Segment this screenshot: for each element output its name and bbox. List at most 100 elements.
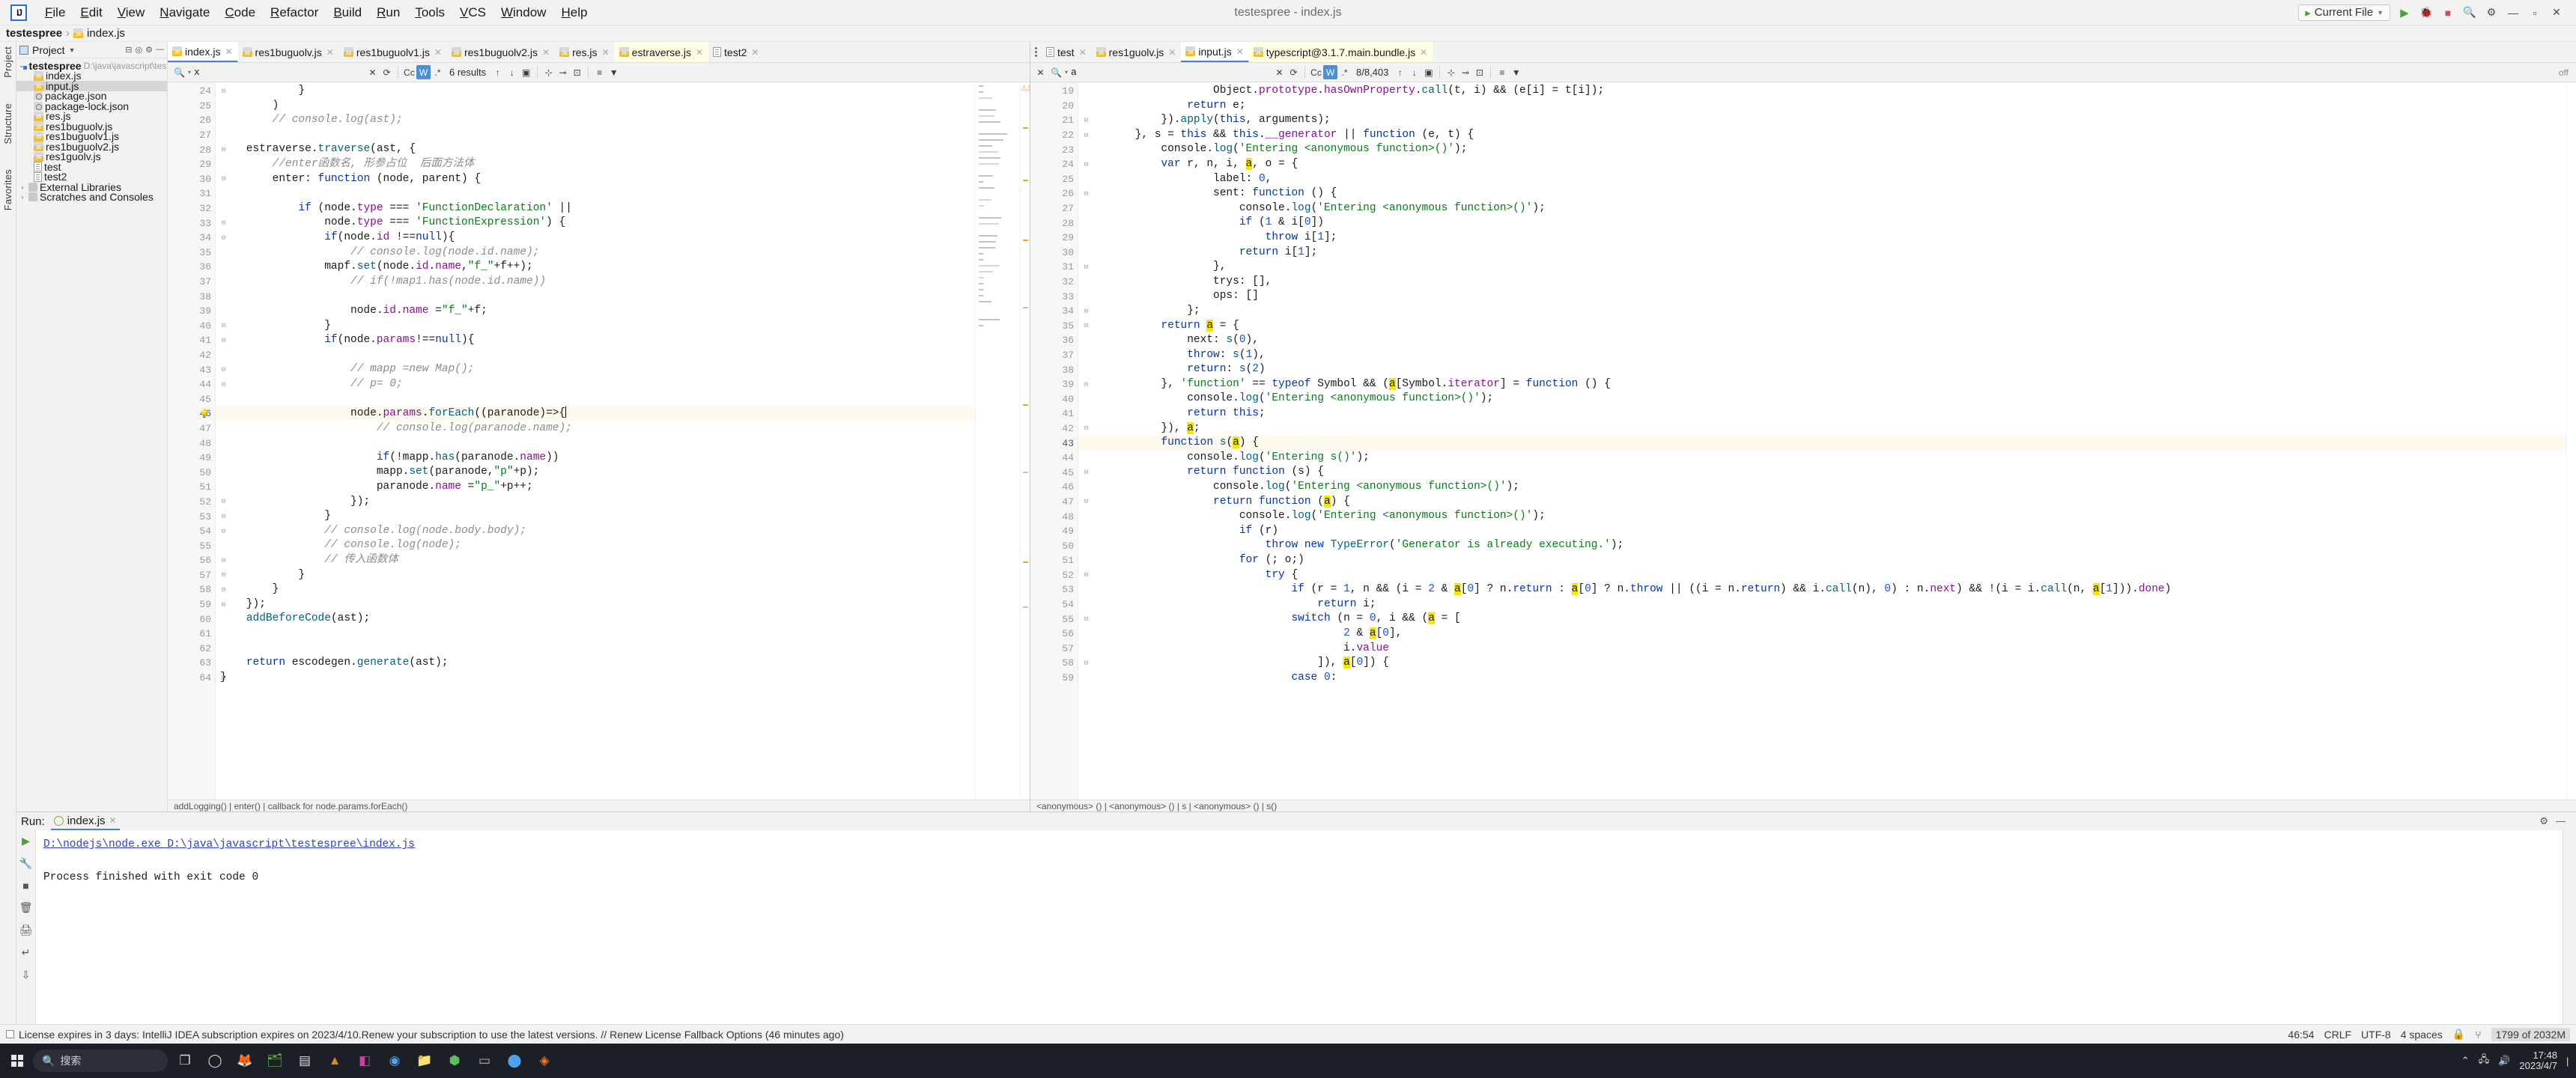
code-line[interactable]: console.log('Entering <anonymous functio… [1078,509,2566,524]
line-number[interactable]: ⊟ 28 [168,142,225,157]
code-line[interactable]: Object.prototype.hasOwnProperty.call(t, … [1078,84,2566,99]
find-bar-right[interactable]: ✕ 🔍 ▾ a ✕ ⟳ Cc W .* 8/8,403 ↑ ↓ ▣ ⊹ ⊸ ⊡ … [1030,63,2576,82]
status-message[interactable]: License expires in 3 days: IntelliJ IDEA… [19,1029,844,1041]
volume-icon[interactable]: 🔊 [2498,1055,2510,1067]
line-number[interactable]: 32 [168,201,215,216]
menu-build[interactable]: Build [326,3,369,22]
line-number[interactable]: 26 [168,113,215,128]
left-tab-res1buguolv1-js[interactable]: JS res1buguolv1.js ✕ [339,42,447,62]
code-editor-right[interactable]: 19 20 ⊟ 21 ⊟ 22 23 ⊟ 24 25 ⊟ 26 27 28 29 30 ⊟ 31 32 33 ⊟ 34 ⊟ 3… [1030,82,2576,800]
start-button[interactable] [6,1050,28,1072]
line-number[interactable]: 48 [168,436,215,451]
right-tab-test[interactable]: test ✕ [1042,42,1092,62]
history-icon[interactable]: ⟳ [380,65,394,79]
menu-run[interactable]: Run [369,3,407,22]
code-line[interactable]: console.log('Entering <anonymous functio… [1078,480,2566,495]
folder-icon[interactable]: 📁 [412,1048,437,1074]
edge-icon[interactable]: 🦊 [232,1048,258,1074]
skype-icon[interactable]: ⬤ [502,1048,527,1074]
line-number[interactable]: 32 [1030,275,1078,290]
line-number[interactable]: 49 [168,451,215,466]
line-number[interactable]: ⊟ 52 [168,495,225,510]
right-tab-input-js[interactable]: JS input.js ✕ [1181,42,1249,62]
code-line[interactable]: var r, n, i, a, o = { [1078,157,2566,172]
line-number[interactable]: ⊟ 45 [1030,465,1088,480]
line-number[interactable]: ⊟ 21 [1030,113,1088,128]
left-tab-test2[interactable]: test2 ✕ [708,42,764,62]
minimize-icon[interactable]: — [2506,5,2521,20]
error-stripe-mark[interactable] [1023,127,1028,129]
code-line[interactable]: label: 0, [1078,172,2566,187]
run-configuration-selector[interactable]: ▸ Current File ▼ [2298,4,2390,21]
run-command-line[interactable]: D:\nodejs\node.exe D:\java\javascript\te… [43,838,415,850]
wrench-icon[interactable]: 🔧 [19,857,32,870]
line-number[interactable]: 37 [1030,348,1078,363]
line-number[interactable]: 25 [168,99,215,114]
line-number[interactable]: ⊟ 57 [168,568,225,583]
code-line[interactable] [216,186,975,201]
line-number[interactable]: 51 [1030,553,1078,568]
chevron-right-icon[interactable]: › [19,193,26,201]
code-line[interactable]: function s(a) { [1078,436,2566,451]
close-icon[interactable]: ✕ [751,47,759,58]
editor-tabs-right[interactable]: test ✕ JS res1guolv.js ✕ JS input.js ✕ JS typescr… [1030,42,2576,63]
left-tab-index-js[interactable]: JS index.js ✕ [168,42,238,62]
chevron-up-icon[interactable]: ⌃ [2461,1055,2470,1067]
line-number[interactable]: 20 [1030,99,1078,114]
code-line[interactable]: } [216,319,975,334]
code-line[interactable]: try { [1078,568,2566,583]
error-stripe-left[interactable]: ⚠16 [1020,82,1030,800]
line-number[interactable]: 💡⊟46 [168,406,225,421]
debug-button[interactable]: 🐞 [2419,5,2434,20]
line-number[interactable]: ⊟ 47 [1030,495,1088,510]
cortana-icon[interactable]: ◯ [202,1048,228,1074]
next-match-icon[interactable]: ↓ [505,65,519,79]
add-line-icon[interactable]: ⊹ [541,65,556,79]
code-line[interactable]: mapf.set(node.id.name,"f_"+f++); [216,260,975,275]
code-line[interactable]: return function (a) { [1078,495,2566,510]
line-number[interactable]: ⊟ 30 [168,172,225,187]
settings-icon[interactable]: ⚙ [2539,815,2548,827]
code-lines-right[interactable]: Object.prototype.hasOwnProperty.call(t, … [1078,82,2566,800]
whole-words-toggle[interactable]: W [1323,65,1337,79]
menu-help[interactable]: Help [553,3,595,22]
tree-node-index-js[interactable]: JS index.js [16,70,167,82]
close-icon[interactable]: ✕ [1420,47,1427,58]
code-line[interactable]: estraverse.traverse(ast, { [216,142,975,157]
close-icon[interactable]: ✕ [602,47,610,58]
network-icon[interactable]: 🖧 [2479,1053,2490,1069]
line-number[interactable]: ⊟ 54 [168,524,225,539]
tree-node-scratches-and-consoles[interactable]: › Scratches and Consoles [16,191,167,203]
line-number[interactable]: 62 [168,642,215,657]
hide-icon[interactable]: — [156,45,164,55]
code-line[interactable]: }, s = this && this.__generator || funct… [1078,128,2566,143]
sort-icon[interactable]: ≡ [592,65,607,79]
rerun-icon[interactable]: ▶ [22,835,30,847]
left-tab-estraverse-js[interactable]: JS estraverse.js ✕ [614,42,709,62]
close-icon[interactable]: ✕ [542,47,550,58]
prev-match-icon[interactable]: ↑ [490,65,505,79]
code-line[interactable]: }); [216,597,975,612]
code-line[interactable]: node.id.name ="f_"+f; [216,304,975,319]
code-line[interactable]: throw i[1]; [1078,231,2566,246]
chevron-down-icon[interactable]: ▾ [1065,69,1068,76]
line-number[interactable]: 61 [168,627,215,642]
tool-tab-favorites[interactable]: Favorites [2,169,13,210]
idea-icon[interactable]: ◈ [532,1048,557,1074]
code-line[interactable]: node.params.forEach((paranode)=>{ [216,406,975,421]
trash-icon[interactable]: 🗑 [19,901,33,914]
chrome-icon[interactable]: ◉ [382,1048,407,1074]
code-line[interactable]: }, [1078,260,2566,275]
code-line[interactable]: console.log('Entering <anonymous functio… [1078,142,2566,157]
code-line[interactable]: trys: [], [1078,275,2566,290]
line-number[interactable]: ⊟ 39 [1030,377,1088,392]
code-line[interactable]: if (r = 1, n && (i = 2 & a[0] ? n.return… [1078,582,2566,597]
intention-bulb-icon[interactable]: 💡 [199,409,210,419]
line-number[interactable]: 50 [168,465,215,480]
menu-code[interactable]: Code [217,3,263,22]
close-icon[interactable]: ✕ [326,47,334,58]
close-icon[interactable]: ✕ [1079,47,1087,58]
clear-search-icon[interactable]: ✕ [365,65,380,79]
code-line[interactable]: if(node.id !==null){ [216,231,975,246]
code-line[interactable]: return: s(2) [1078,362,2566,377]
